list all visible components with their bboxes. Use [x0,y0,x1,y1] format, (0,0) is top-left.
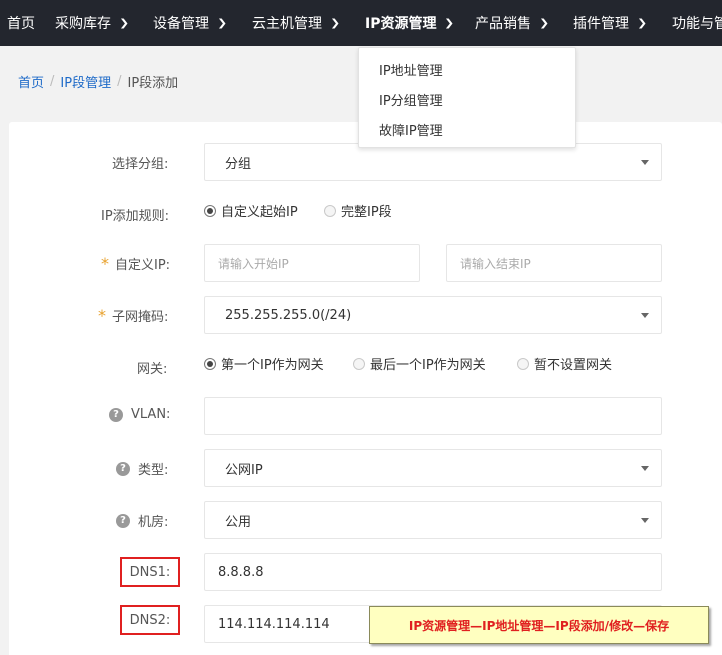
nav-item-label: 产品销售 [475,16,531,32]
vlan-label-text: VLAN: [131,407,171,422]
nav-item-label: 采购库存 [55,16,111,32]
chevron-down-icon: ❯ [330,17,341,29]
gateway-label-text: 网关: [137,362,168,377]
required-mark: * [101,253,109,273]
nav-item-sales[interactable]: 产品销售 ❯ [475,0,550,46]
radio-label: 完整IP段 [341,205,392,220]
breadcrumb-home[interactable]: 首页 [18,72,44,91]
type-label-text: 类型: [138,463,169,478]
dns2-label-highlight: DNS2: [120,605,180,635]
group-select-value: 分组 [225,156,252,172]
radio-custom-start-ip[interactable]: 自定义起始IP [204,201,298,220]
room-label-text: 机房: [138,515,169,530]
nav-item-devices[interactable]: 设备管理 ❯ [153,0,228,46]
type-select-value: 公网IP [225,462,263,478]
nav-item-cloud[interactable]: 云主机管理 ❯ [252,0,341,46]
dns1-input-value: 8.8.8.8 [218,564,264,580]
radio-dot [517,357,529,370]
nav-item-purchase[interactable]: 采购库存 ❯ [55,0,130,46]
custom-ip-label-text: 自定义IP: [115,258,171,273]
type-select[interactable]: 公网IP [204,449,662,487]
nav-item-label: 设备管理 [153,16,209,32]
annotation-note: IP资源管理—IP地址管理—IP段添加/修改—保存 [369,606,709,644]
netmask-select[interactable]: 255.255.255.0(/24) [204,296,662,334]
start-ip-placeholder: 请输入开始IP [218,256,289,271]
required-mark: * [98,305,106,325]
nav-item-home[interactable]: 首页 [7,0,35,46]
group-select[interactable]: 分组 [204,143,662,181]
radio-label: 最后一个IP作为网关 [370,358,486,373]
radio-label: 自定义起始IP [221,205,298,220]
radio-label: 第一个IP作为网关 [221,358,324,373]
room-select-value: 公用 [225,514,252,530]
ip-dropdown-menu: IP地址管理 IP分组管理 故障IP管理 [358,47,576,148]
netmask-label: * 子网掩码: [98,306,168,325]
radio-gateway-first[interactable]: 第一个IP作为网关 [204,354,324,373]
radio-gateway-last[interactable]: 最后一个IP作为网关 [353,354,486,373]
nav-item-ip[interactable]: IP资源管理 ❯ [365,0,455,46]
radio-full-ip-range[interactable]: 完整IP段 [324,201,392,220]
radio-gateway-none[interactable]: 暂不设置网关 [517,354,612,373]
help-icon[interactable]: ? [109,407,123,422]
menu-item-ip-address[interactable]: IP地址管理 [379,60,443,79]
caret-down-icon [641,160,649,165]
netmask-label-text: 子网掩码: [112,310,169,325]
breadcrumb-separator: / [117,74,122,89]
dns1-label-text: DNS1: [129,564,171,580]
chevron-down-icon: ❯ [539,17,550,29]
rule-label: IP添加规则: [101,205,169,224]
breadcrumb-separator: / [50,74,55,89]
dns1-label-highlight: DNS1: [120,557,180,587]
breadcrumb: 首页 / IP段管理 / IP段添加 [18,72,178,91]
help-icon[interactable]: ? [116,461,130,476]
menu-item-ip-group[interactable]: IP分组管理 [379,90,443,109]
nav-item-label: 首页 [7,16,35,32]
rule-label-text: IP添加规则: [101,209,170,224]
annotation-text: IP资源管理—IP地址管理—IP段添加/修改—保存 [408,618,670,633]
vlan-input[interactable] [204,397,662,435]
breadcrumb-section[interactable]: IP段管理 [60,72,111,91]
caret-down-icon [641,313,649,318]
radio-dot [204,357,216,370]
help-icon[interactable]: ? [116,513,130,528]
chevron-down-icon: ❯ [119,17,130,29]
nav-item-label: 功能与管 [672,16,722,32]
group-label: 选择分组: [112,153,168,172]
chevron-down-icon: ❯ [444,17,455,29]
end-ip-input[interactable]: 请输入结束IP [446,244,662,282]
radio-label: 暂不设置网关 [534,358,613,373]
gateway-label: 网关: [137,358,167,377]
nav-item-label: 云主机管理 [252,16,322,32]
radio-dot [204,204,216,217]
nav-item-features[interactable]: 功能与管 [672,0,722,46]
nav-item-plugins[interactable]: 插件管理 ❯ [573,0,648,46]
netmask-select-value: 255.255.255.0(/24) [225,307,352,323]
breadcrumb-current: IP段添加 [127,76,179,91]
chevron-down-icon: ❯ [637,17,648,29]
caret-down-icon [641,518,649,523]
caret-down-icon [641,466,649,471]
nav-item-label: IP资源管理 [365,16,437,32]
custom-ip-label: * 自定义IP: [101,254,170,273]
top-nav: 首页 采购库存 ❯ 设备管理 ❯ 云主机管理 ❯ IP资源管理 ❯ 产品销售 ❯… [0,0,722,46]
group-label-text: 选择分组: [112,157,169,172]
end-ip-placeholder: 请输入结束IP [460,256,531,271]
nav-item-label: 插件管理 [573,16,629,32]
chevron-down-icon: ❯ [217,17,228,29]
dns2-label-text: DNS2: [129,612,171,628]
room-select[interactable]: 公用 [204,501,662,539]
radio-dot [324,204,336,217]
start-ip-input[interactable]: 请输入开始IP [204,244,420,282]
dns1-input[interactable]: 8.8.8.8 [204,553,662,591]
dns2-input-value: 114.114.114.114 [218,616,330,632]
room-label: ? 机房: [116,511,168,530]
vlan-label: ? VLAN: [109,407,170,422]
radio-dot [353,357,365,370]
type-label: ? 类型: [116,459,168,478]
menu-item-faulty-ip[interactable]: 故障IP管理 [379,120,443,139]
